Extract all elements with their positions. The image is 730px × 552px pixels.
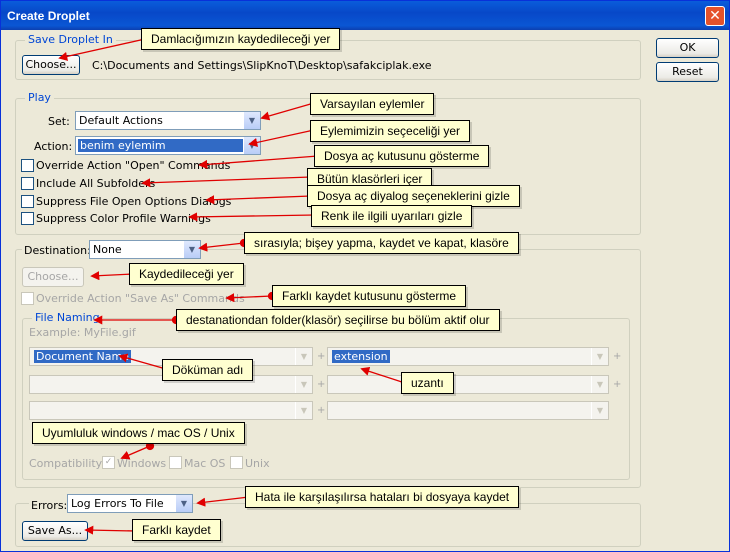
annotation-callout: Varsayılan eylemler <box>310 93 435 115</box>
annotation-callout: Farklı kaydet <box>132 519 221 541</box>
reset-button[interactable]: Reset <box>656 62 719 82</box>
annotation-callout: Eylemimizin seçeceliği yer <box>310 120 471 142</box>
set-select[interactable]: Default Actions ▼ <box>75 111 261 130</box>
plus-sign: + <box>317 405 326 416</box>
suppress-file-open-checkbox[interactable] <box>21 195 34 208</box>
annotation-callout: Dosya aç kutusunu gösterme <box>314 145 490 167</box>
naming-field-2-value: extension <box>332 350 390 363</box>
action-label: Action: <box>34 140 73 153</box>
naming-field-2[interactable]: extension ▼ <box>327 347 609 366</box>
set-label: Set: <box>48 115 70 128</box>
annotation-callout: Kaydedileceği yer <box>129 263 244 285</box>
title-bar[interactable]: Create Droplet ✕ <box>1 1 729 30</box>
chevron-down-icon[interactable]: ▼ <box>295 376 312 393</box>
play-legend: Play <box>25 91 54 104</box>
compat-macos-label: Mac OS <box>184 457 226 470</box>
include-subfolders-label: Include All Subfolders <box>36 177 156 190</box>
compatibility-label: Compatibility: <box>29 457 106 470</box>
annotation-callout: destanationdan folder(klasör) seçilirse … <box>176 309 500 331</box>
errors-label: Errors: <box>29 499 70 512</box>
destination-choose-button[interactable]: Choose... <box>22 267 84 287</box>
plus-sign: + <box>317 379 326 390</box>
file-naming-legend: File Naming <box>32 311 103 324</box>
compat-unix-checkbox[interactable] <box>230 456 243 469</box>
suppress-color-profile-checkbox[interactable] <box>21 212 34 225</box>
naming-field-1-value: Document Name <box>34 350 131 363</box>
save-in-choose-button[interactable]: Choose... <box>22 55 80 75</box>
chevron-down-icon[interactable]: ▼ <box>175 495 192 512</box>
chevron-down-icon[interactable]: ▼ <box>183 241 200 258</box>
close-icon[interactable]: ✕ <box>705 6 725 26</box>
action-value: benim eylemim <box>78 139 244 152</box>
plus-sign: + <box>613 351 622 362</box>
chevron-down-icon[interactable]: ▼ <box>243 137 260 154</box>
naming-field-6[interactable]: ▼ <box>327 401 609 420</box>
override-save-as-checkbox[interactable] <box>21 292 34 305</box>
annotation-callout: uzantı <box>401 372 454 394</box>
naming-field-5[interactable]: ▼ <box>29 401 313 420</box>
destination-value: None <box>93 243 122 256</box>
annotation-callout: sırasıyla; bişey yapma, kaydet ve kapat,… <box>244 232 519 254</box>
override-open-checkbox[interactable] <box>21 159 34 172</box>
errors-save-as-button[interactable]: Save As... <box>22 521 88 541</box>
override-open-label: Override Action "Open" Commands <box>36 159 231 172</box>
action-select[interactable]: benim eylemim ▼ <box>75 136 261 155</box>
droplet-path: C:\Documents and Settings\SlipKnoT\Deskt… <box>92 59 432 72</box>
annotation-callout: Renk ile ilgili uyarıları gizle <box>311 205 473 227</box>
chevron-down-icon[interactable]: ▼ <box>591 348 608 365</box>
file-naming-example: Example: MyFile.gif <box>29 326 136 339</box>
ok-button[interactable]: OK <box>656 38 719 58</box>
annotation-callout: Dosya aç diyalog seçeneklerini gizle <box>307 185 520 207</box>
annotation-callout: Uyumluluk windows / mac OS / Unix <box>32 422 245 444</box>
naming-field-4[interactable]: ▼ <box>327 375 609 394</box>
destination-label: Destination: <box>22 244 93 257</box>
compat-windows-label: Windows <box>117 457 167 470</box>
save-droplet-in-legend: Save Droplet In <box>25 33 116 46</box>
plus-sign: + <box>613 379 622 390</box>
annotation-callout: Döküman adı <box>162 359 254 381</box>
include-subfolders-checkbox[interactable] <box>21 177 34 190</box>
override-save-as-label: Override Action "Save As" Commands <box>36 292 245 305</box>
compat-unix-label: Unix <box>245 457 270 470</box>
create-droplet-dialog: Create Droplet ✕ OK Reset Save Droplet I… <box>0 0 730 552</box>
errors-value: Log Errors To File <box>71 497 164 510</box>
set-value: Default Actions <box>79 114 163 127</box>
chevron-down-icon[interactable]: ▼ <box>591 402 608 419</box>
annotation-callout: Hata ile karşılaşılırsa hataları bi dosy… <box>245 486 520 508</box>
annotation-callout: Farklı kaydet kutusunu gösterme <box>272 285 467 307</box>
window-title: Create Droplet <box>7 9 90 23</box>
chevron-down-icon[interactable]: ▼ <box>591 376 608 393</box>
compat-macos-checkbox[interactable] <box>169 456 182 469</box>
destination-select[interactable]: None ▼ <box>89 240 201 259</box>
chevron-down-icon[interactable]: ▼ <box>243 112 260 129</box>
annotation-callout: Damlacığımızın kaydedileceği yer <box>141 28 341 50</box>
errors-select[interactable]: Log Errors To File ▼ <box>67 494 193 513</box>
suppress-file-open-label: Suppress File Open Options Dialogs <box>36 195 232 208</box>
suppress-color-profile-label: Suppress Color Profile Warnings <box>36 212 211 225</box>
compat-windows-checkbox[interactable]: ✓ <box>102 456 115 469</box>
plus-sign: + <box>317 351 326 362</box>
chevron-down-icon[interactable]: ▼ <box>295 402 312 419</box>
chevron-down-icon[interactable]: ▼ <box>295 348 312 365</box>
